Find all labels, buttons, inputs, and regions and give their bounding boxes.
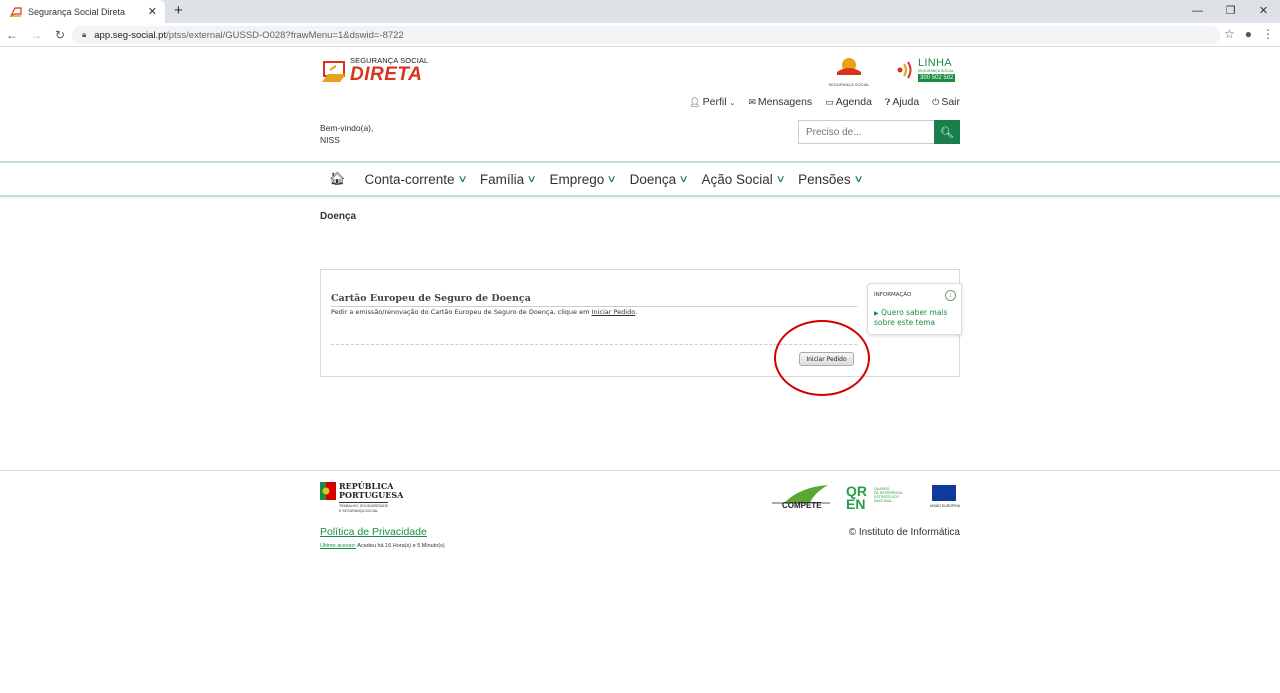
panel-description: Pedir a emissão/renovação do Cartão Euro… — [331, 308, 638, 316]
sair-link[interactable]: ⏻ Sair — [932, 96, 960, 108]
seguranca-social-logo: SEGURANÇA SOCIAL — [828, 56, 870, 87]
seguranca-social-caption: SEGURANÇA SOCIAL — [828, 82, 870, 87]
url-path: /ptss/external/GUSSD-O028?frawMenu=1&dsw… — [166, 29, 404, 41]
partner-logos: COMPETE QR EN QUADRO DE REFERÊNCIA ESTRATÉG… — [770, 483, 960, 515]
nav-doenca[interactable]: Doença ∨ — [630, 172, 689, 187]
minimize-button[interactable]: — — [1181, 0, 1214, 22]
browser-tab-bar: Segurança Social Direta ✕ + — ❐ ✕ — [0, 0, 1280, 23]
chevron-down-icon: ∨ — [678, 173, 689, 185]
close-window-button[interactable]: ✕ — [1247, 0, 1280, 22]
linha-number: 300 502 502 — [918, 74, 956, 82]
last-access: Último acesso: Acedeu há 16 Hora(s) e 5 … — [320, 543, 445, 549]
search-input[interactable] — [798, 120, 934, 144]
reload-icon[interactable]: ↻ — [48, 28, 72, 42]
linha-sub: SEGURANÇA SOCIAL — [918, 69, 954, 73]
chevron-down-icon: ⌄ — [729, 100, 736, 107]
nav-emprego[interactable]: Emprego ∨ — [549, 172, 618, 187]
new-tab-button[interactable]: + — [174, 2, 183, 19]
lock-icon: 🔒︎ — [82, 30, 87, 39]
nav-acao-social[interactable]: Ação Social ∨ — [701, 172, 786, 187]
ajuda-link[interactable]: ❓︎ Ajuda — [885, 96, 919, 108]
ssd-logo[interactable]: SEGURANÇA SOCIAL DIRETA — [320, 56, 430, 86]
copyright: © Instituto de Informática — [848, 527, 960, 538]
panel-title: Cartão Europeu de Seguro de Doença — [331, 293, 531, 304]
top-links: 👤︎ Perfil ⌄ ✉ Mensagens ▭ Agenda ❓︎ Ajuda ⏻ S… — [689, 96, 960, 108]
nav-conta-corrente[interactable]: Conta-corrente ∨ — [365, 172, 468, 187]
ssd-logo-mark-icon — [322, 61, 346, 82]
cesd-panel: Cartão Europeu de Seguro de Doença Pedir… — [320, 269, 962, 396]
search-box: 🔍︎ — [798, 120, 960, 144]
browser-actions: ☆ ● ⋮ — [1224, 27, 1274, 41]
arrow-right-icon: ▶ — [874, 310, 879, 317]
tab-close-icon[interactable]: ✕ — [148, 5, 157, 18]
eu-logo: UNIÃO EUROPEIA — [920, 485, 960, 515]
ministerio-text: TRABALHO, SOLIDARIEDADE E SEGURANÇA SOCIA… — [339, 502, 389, 513]
browser-tab[interactable]: Segurança Social Direta ✕ — [0, 0, 165, 23]
compete-logo: COMPETE — [770, 483, 832, 515]
mensagens-link[interactable]: ✉ Mensagens — [748, 96, 812, 108]
maximize-button[interactable]: ❐ — [1214, 0, 1247, 22]
linha-waves-icon — [897, 61, 912, 79]
forward-icon[interactable]: → — [24, 28, 48, 42]
url-host: app.seg-social.pt — [94, 29, 167, 41]
tab-title: Segurança Social Direta — [28, 6, 126, 17]
chevron-down-icon: ∨ — [526, 173, 537, 185]
site-header: SEGURANÇA SOCIAL DIRETA SEGURANÇA SOCIAL… — [320, 47, 960, 159]
nav-familia[interactable]: Família ∨ — [480, 172, 537, 187]
agenda-link[interactable]: ▭ Agenda — [825, 96, 872, 108]
portugal-emblem-icon — [320, 482, 336, 500]
chevron-down-icon: ∨ — [853, 173, 864, 185]
favicon-icon — [10, 6, 22, 17]
search-button[interactable]: 🔍︎ — [934, 120, 960, 144]
main-content: Doença Cartão Europeu de Seguro de Doenç… — [320, 211, 962, 411]
privacy-link[interactable]: Política de Privacidade — [320, 526, 427, 538]
window-controls: — ❐ ✕ — [1181, 0, 1280, 22]
panel-divider — [331, 306, 857, 307]
republica-text: REPÚBLICA PORTUGUESA — [339, 481, 404, 500]
menu-kebab-icon[interactable]: ⋮ — [1262, 27, 1274, 41]
qren-text: QUADRO DE REFERÊNCIA ESTRATÉGICO NACIONAL — [874, 487, 903, 503]
info-box: INFORMAÇÃO ↓ ▶ Quero saber mais sobre es… — [867, 283, 962, 335]
footer: REPÚBLICA PORTUGUESA TRABALHO, SOLIDARIED… — [0, 470, 1280, 693]
address-bar-row: ← → ↻ 🔒︎ app.seg-social.pt/ptss/external… — [0, 23, 1280, 47]
highlight-circle — [774, 320, 870, 396]
chevron-down-icon: ∨ — [457, 173, 468, 185]
linha-title: LINHA — [918, 57, 952, 69]
linha-logo: LINHA SEGURANÇA SOCIAL 300 502 502 — [894, 57, 960, 83]
download-icon[interactable]: ↓ — [945, 290, 956, 301]
back-icon[interactable]: ← — [0, 28, 24, 42]
welcome-line-1: Bem-vindo(a), — [320, 123, 374, 133]
welcome-text: Bem-vindo(a), NISS — [320, 122, 373, 146]
eu-text: UNIÃO EUROPEIA — [929, 504, 960, 508]
url-field[interactable]: 🔒︎ app.seg-social.pt/ptss/external/GUSSD… — [72, 26, 1220, 44]
page-title: Doença — [320, 211, 357, 222]
profile-icon[interactable]: ● — [1245, 27, 1252, 41]
main-nav: 🏠︎ Conta-corrente ∨ Família ∨ Emprego ∨ Doe… — [0, 161, 1280, 197]
calendar-icon: ▭ — [825, 97, 834, 107]
qren-mark: QR EN — [846, 483, 867, 512]
info-title: INFORMAÇÃO — [874, 292, 912, 298]
iniciar-pedido-link[interactable]: Iniciar Pedido — [592, 308, 636, 316]
republica-logo: REPÚBLICA PORTUGUESA TRABALHO, SOLIDARIED… — [320, 482, 410, 516]
chevron-down-icon: ∨ — [775, 173, 786, 185]
logo-big-text: DIRETA — [350, 64, 423, 85]
help-icon: ❓︎ — [884, 97, 891, 107]
search-icon: 🔍︎ — [940, 126, 954, 139]
perfil-link[interactable]: 👤︎ Perfil ⌄ — [689, 96, 735, 108]
seguranca-social-emblem-icon — [837, 58, 861, 75]
welcome-niss: NISS — [320, 135, 340, 145]
qren-logo: QR EN QUADRO DE REFERÊNCIA ESTRATÉGICO NACIO… — [846, 483, 906, 515]
power-icon: ⏻ — [932, 97, 940, 107]
home-icon[interactable]: 🏠︎ — [329, 171, 346, 187]
envelope-icon: ✉ — [748, 97, 756, 107]
user-icon: 👤︎ — [689, 97, 701, 107]
eu-flag-icon — [932, 485, 956, 501]
chevron-down-icon: ∨ — [606, 173, 618, 185]
info-link[interactable]: ▶ Quero saber mais sobre este tema — [874, 308, 961, 327]
nav-pensoes[interactable]: Pensões ∨ — [798, 172, 864, 187]
bookmark-star-icon[interactable]: ☆ — [1224, 27, 1235, 41]
